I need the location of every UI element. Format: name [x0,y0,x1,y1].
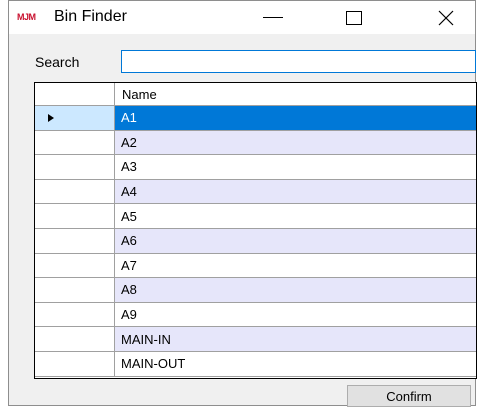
row-header[interactable] [35,351,115,376]
close-button[interactable] [423,1,469,34]
table-row[interactable]: A9 [35,302,476,328]
name-cell[interactable]: A9 [115,303,476,327]
app-logo: MJM [17,12,36,22]
minimize-icon [263,17,283,18]
table-row[interactable]: A5 [35,204,476,229]
name-cell[interactable]: MAIN-IN [115,327,476,351]
name-cell[interactable]: MAIN-OUT [115,352,476,376]
name-cell[interactable]: A1 [115,106,476,130]
row-header[interactable] [35,327,115,351]
grid-rows: A1 A2 A3 A4 A5 A6 A7 A8 A9 MAIN-IN MAIN-OUT [35,106,476,377]
table-row[interactable]: A3 [35,155,476,180]
name-cell[interactable]: A4 [115,179,476,204]
window-title: Bin Finder [54,8,127,25]
name-cell[interactable]: A2 [115,130,476,155]
table-row[interactable]: MAIN-IN [35,327,476,352]
name-cell[interactable]: A5 [115,204,476,228]
grid-header: Name [35,83,476,106]
current-row-arrow-icon [48,113,54,122]
bin-finder-window: MJM Bin Finder Search Name A1 A2 A3 A4 A5 A6 A… [8,0,477,407]
table-row[interactable]: MAIN-OUT [35,351,476,377]
row-header[interactable] [35,179,115,204]
row-header[interactable] [35,253,115,278]
close-icon [438,10,454,25]
name-cell[interactable]: A7 [115,254,476,278]
row-header[interactable] [35,278,115,302]
header-corner[interactable] [35,83,115,105]
row-header[interactable] [35,130,115,155]
search-input[interactable] [121,50,476,73]
name-cell[interactable]: A6 [115,228,476,253]
row-header[interactable] [35,204,115,228]
table-row[interactable]: A7 [35,253,476,279]
name-cell[interactable]: A3 [115,155,476,179]
maximize-button[interactable] [331,1,377,34]
maximize-icon [346,10,362,25]
table-row[interactable]: A8 [35,278,476,303]
row-header[interactable] [35,106,115,130]
row-header[interactable] [35,228,115,253]
row-header[interactable] [35,302,115,327]
table-row[interactable]: A6 [35,228,476,254]
search-label: Search [35,54,80,70]
bin-grid[interactable]: Name A1 A2 A3 A4 A5 A6 A7 A8 A9 MAIN-IN MAIN-OUT [34,82,477,379]
title-bar[interactable]: MJM Bin Finder [9,1,475,34]
row-header[interactable] [35,155,115,179]
confirm-button[interactable]: Confirm [347,385,471,407]
table-row[interactable]: A2 [35,130,476,156]
table-row[interactable]: A4 [35,179,476,205]
table-row[interactable]: A1 [35,106,476,131]
name-cell[interactable]: A8 [115,278,476,302]
column-header-name[interactable]: Name [122,87,157,102]
minimize-button[interactable] [250,1,296,34]
